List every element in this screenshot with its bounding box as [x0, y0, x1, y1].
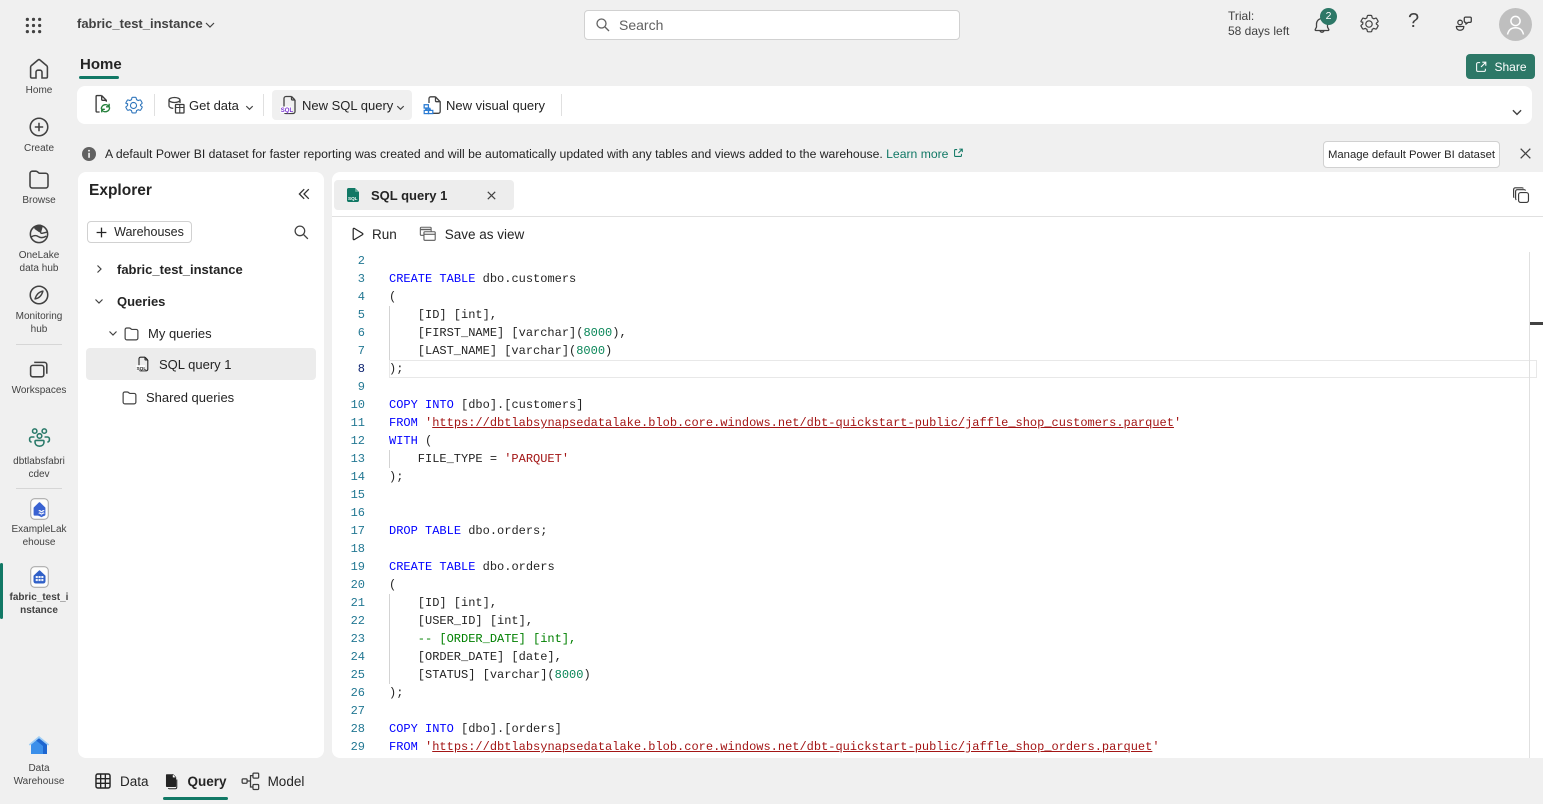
svg-text:SQL: SQL: [281, 108, 294, 114]
svg-text:SQL: SQL: [348, 196, 358, 201]
svg-text:SQL: SQL: [136, 366, 146, 372]
